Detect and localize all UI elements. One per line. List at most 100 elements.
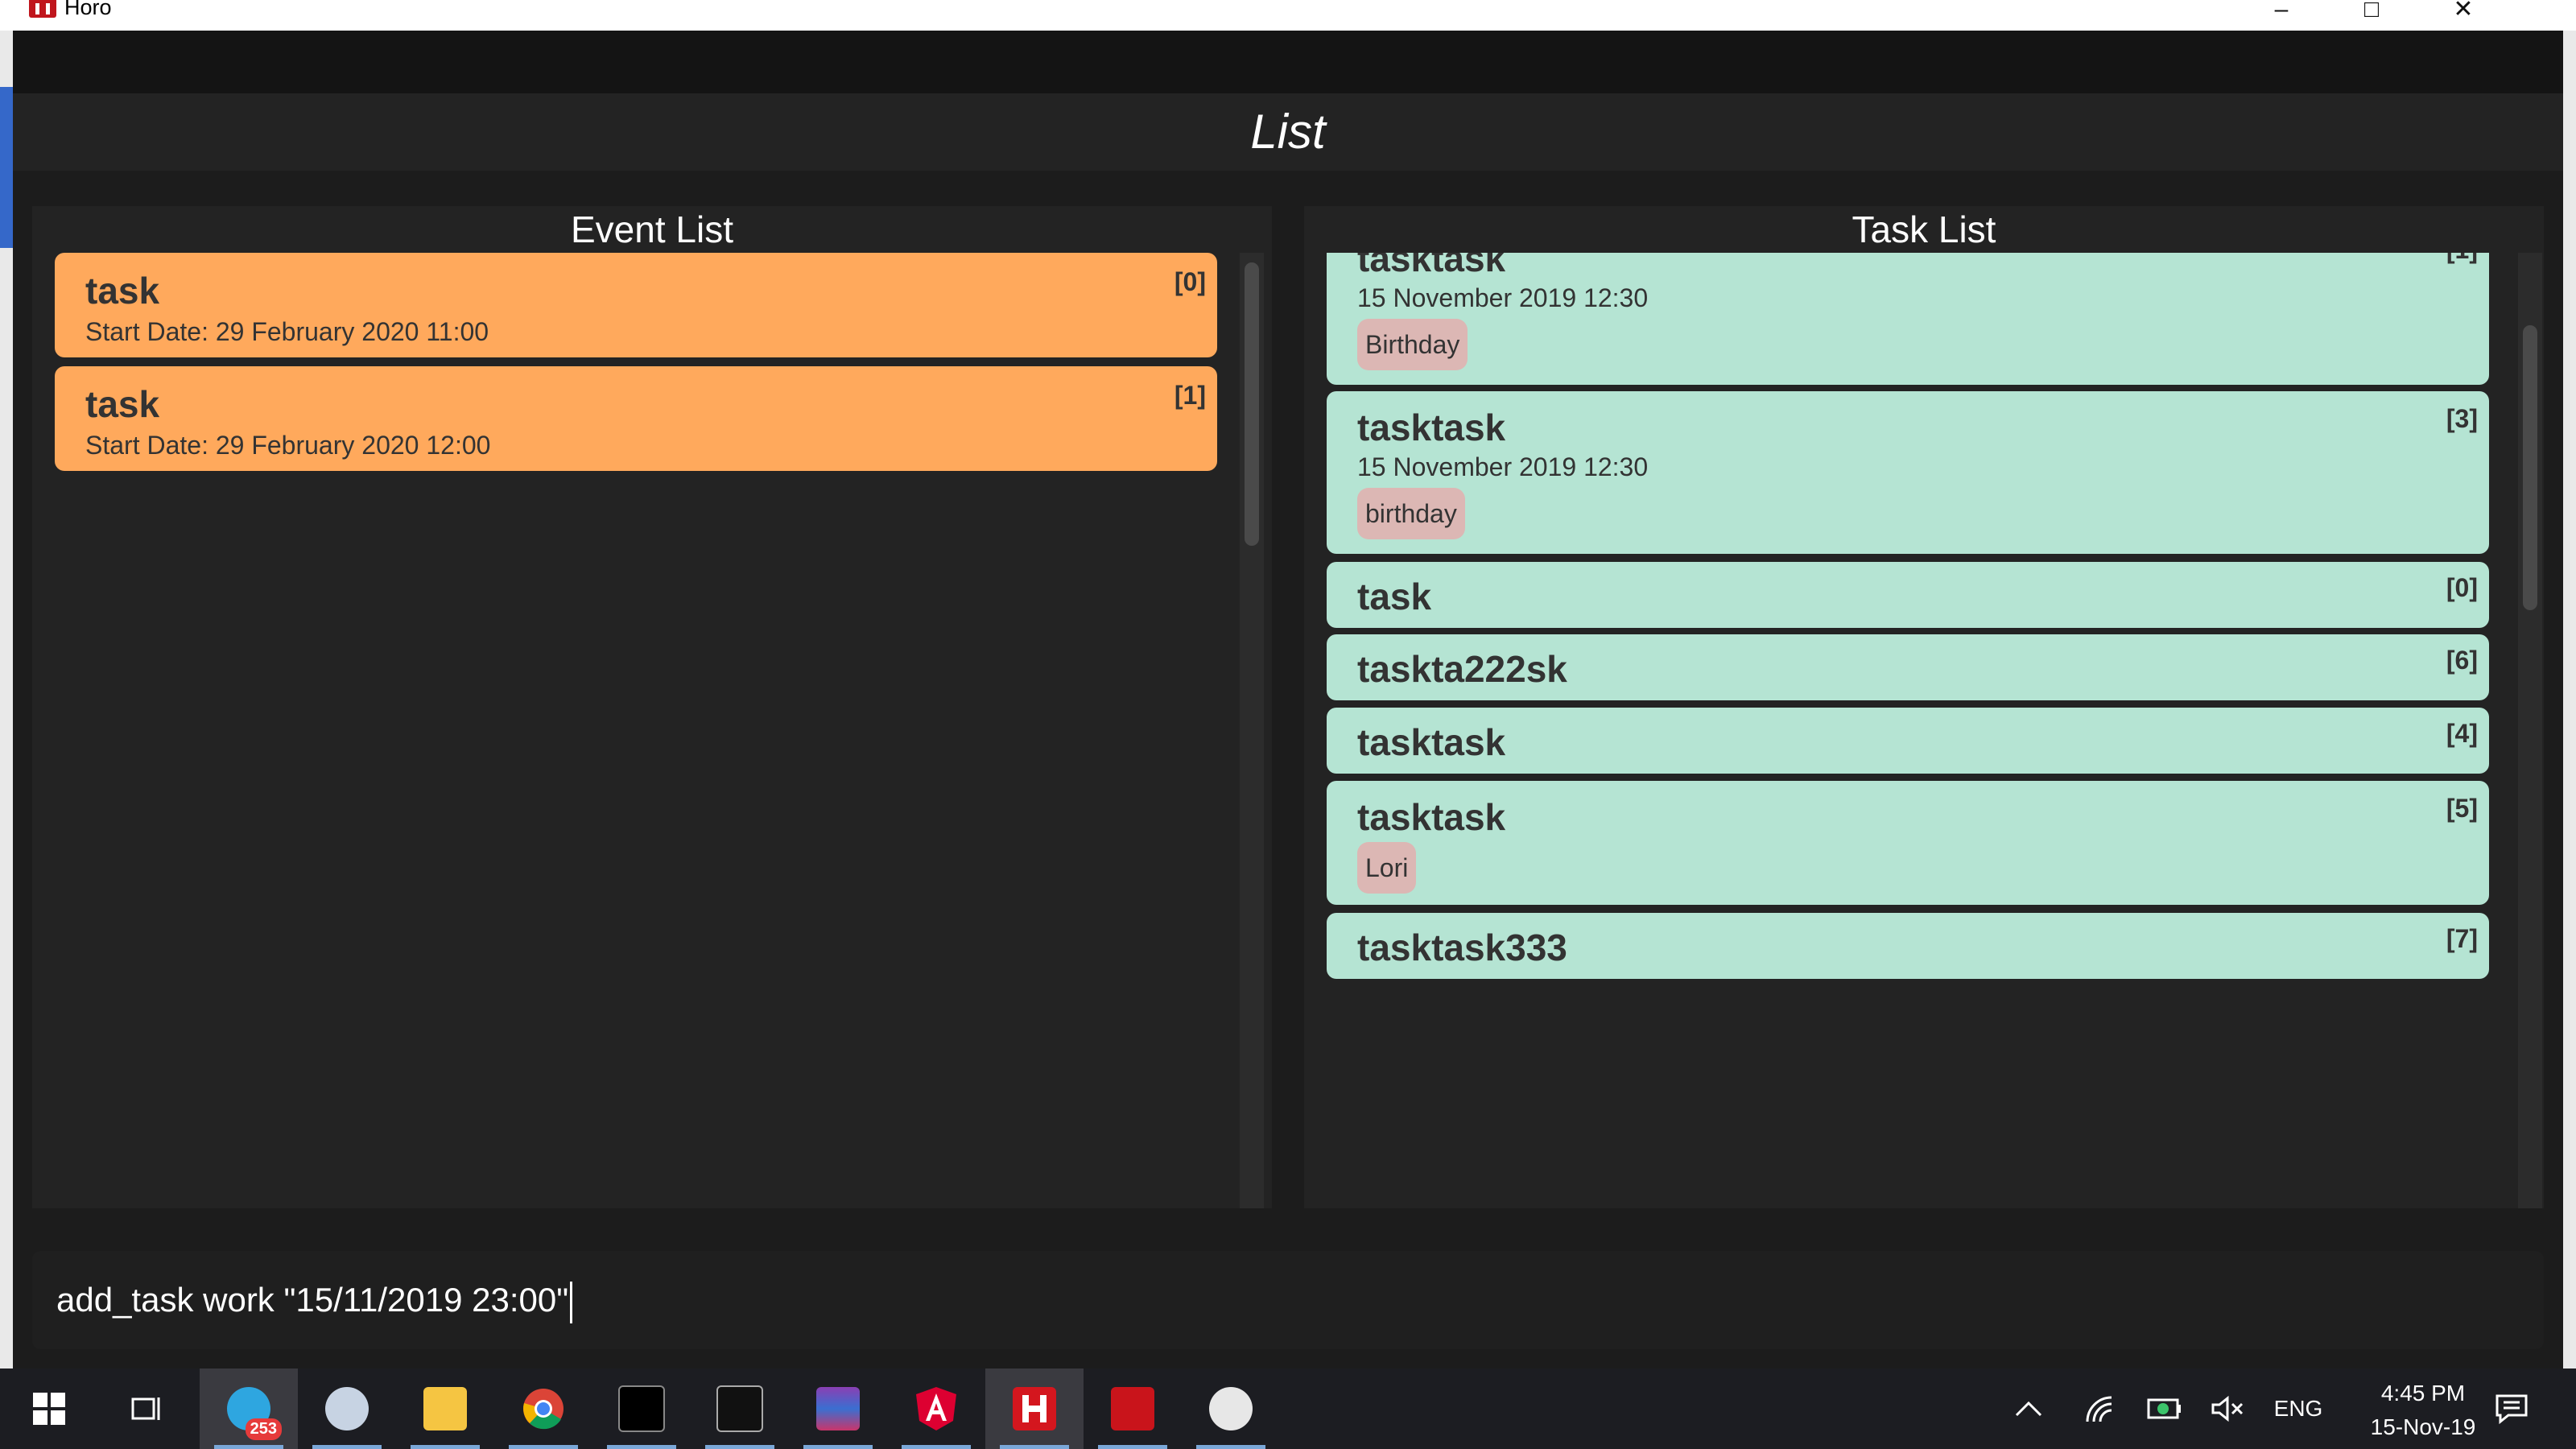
task-view-icon <box>131 1397 160 1420</box>
unread-badge: 253 <box>245 1418 282 1440</box>
task-index: [3] <box>2446 404 2478 433</box>
horo-logo-icon <box>29 0 56 18</box>
app-window: List Event List task [0] Start Date: 29 … <box>13 31 2563 1368</box>
task-view-button[interactable] <box>98 1368 196 1449</box>
command-prompt-icon <box>716 1385 763 1432</box>
event-title: task <box>85 270 160 312</box>
background-window-edge <box>0 31 13 1368</box>
task-index: [1] <box>2446 253 2478 265</box>
task-list[interactable]: tasktask [1] 15 November 2019 12:30 Birt… <box>1327 253 2489 1208</box>
event-list-panel: Event List task [0] Start Date: 29 Febru… <box>32 206 1272 1208</box>
show-hidden-icons-button[interactable] <box>2013 1368 2045 1449</box>
winrar-icon <box>816 1387 860 1430</box>
task-card[interactable]: task [0] <box>1327 562 2489 628</box>
task-date: 15 November 2019 12:30 <box>1357 283 1649 312</box>
clock[interactable]: 4:45 PM 15-Nov-19 <box>2359 1368 2487 1449</box>
action-center-button[interactable] <box>2487 1368 2536 1449</box>
task-index: [4] <box>2446 719 2478 748</box>
event-list-scrollbar[interactable] <box>1240 253 1264 1208</box>
task-list-scroll-thumb[interactable] <box>2523 325 2537 610</box>
task-tag: Birthday <box>1357 319 1468 370</box>
windows-icon <box>33 1393 65 1425</box>
task-index: [7] <box>2446 924 2478 953</box>
event-list-scroll-thumb[interactable] <box>1245 262 1259 546</box>
task-title: tasktask <box>1357 721 1506 763</box>
task-title: tasktask <box>1357 796 1506 838</box>
title-bar: Horo – □ ✕ <box>0 0 2576 31</box>
telegram-icon: 253 <box>227 1387 282 1440</box>
event-index: [0] <box>1174 267 1206 296</box>
angular-icon <box>916 1387 956 1430</box>
command-text: add_task work "15/11/2019 23:00" <box>56 1281 569 1319</box>
event-list-title: Event List <box>571 208 733 250</box>
task-card[interactable]: taskta222sk [6] <box>1327 634 2489 700</box>
acrobat-icon <box>1111 1387 1154 1430</box>
event-index: [1] <box>1174 381 1206 410</box>
notification-icon <box>2496 1394 2528 1425</box>
taskbar-command-prompt[interactable] <box>691 1368 789 1449</box>
clock-time: 4:45 PM <box>2380 1381 2466 1406</box>
taskbar-paint[interactable] <box>1182 1368 1280 1449</box>
network-button[interactable] <box>2080 1368 2120 1449</box>
task-date: 15 November 2019 12:30 <box>1357 452 1649 481</box>
page-title: List <box>13 93 2563 171</box>
taskbar-snipping-tool[interactable] <box>298 1368 396 1449</box>
taskbar-horo[interactable] <box>985 1368 1084 1449</box>
task-card[interactable]: tasktask [5] Lori <box>1327 781 2489 905</box>
battery-button[interactable] <box>2145 1368 2185 1449</box>
text-caret <box>570 1281 573 1323</box>
taskbar-terminal[interactable] <box>592 1368 691 1449</box>
input-language-button[interactable]: ENG <box>2270 1368 2326 1449</box>
taskbar-acrobat[interactable] <box>1084 1368 1182 1449</box>
chrome-icon <box>523 1389 564 1430</box>
event-title: task <box>85 383 160 425</box>
command-input[interactable]: add_task work "15/11/2019 23:00" <box>32 1251 2544 1349</box>
clock-date: 15-Nov-19 <box>2370 1414 2476 1439</box>
task-tag: birthday <box>1357 488 1465 539</box>
event-card[interactable]: task [0] Start Date: 29 February 2020 11… <box>55 253 1217 357</box>
event-card[interactable]: task [1] Start Date: 29 February 2020 12… <box>55 366 1217 471</box>
menu-bar <box>13 31 2563 93</box>
taskbar-angular[interactable] <box>887 1368 985 1449</box>
battery-charging-icon <box>2147 1398 2181 1419</box>
task-card[interactable]: tasktask [3] 15 November 2019 12:30 birt… <box>1327 391 2489 554</box>
task-card[interactable]: tasktask [4] <box>1327 708 2489 774</box>
task-index: [0] <box>2446 573 2478 602</box>
paint-icon <box>1209 1387 1253 1430</box>
horo-app-icon <box>1013 1387 1056 1430</box>
event-list[interactable]: task [0] Start Date: 29 February 2020 11… <box>55 253 1217 1208</box>
taskbar-chrome[interactable] <box>494 1368 592 1449</box>
task-title: task <box>1357 576 1432 617</box>
task-card[interactable]: tasktask333 [7] <box>1327 913 2489 979</box>
task-list-title: Task List <box>1852 208 1996 250</box>
maximize-button[interactable]: □ <box>2347 0 2396 26</box>
snipping-tool-icon <box>325 1387 369 1430</box>
background-window-edge-right <box>2563 31 2576 1368</box>
task-list-scrollbar[interactable] <box>2518 253 2542 1208</box>
task-list-panel: Task List tasktask [1] 15 November 2019 … <box>1304 206 2544 1208</box>
chevron-up-icon <box>2015 1401 2042 1417</box>
task-index: [5] <box>2446 794 2478 823</box>
event-start-date: Start Date: 29 February 2020 11:00 <box>85 317 489 346</box>
background-window-accent <box>0 87 13 248</box>
task-title: taskta222sk <box>1357 648 1567 690</box>
terminal-icon <box>618 1385 665 1432</box>
folder-icon <box>423 1387 467 1430</box>
task-title: tasktask <box>1357 253 1506 279</box>
event-start-date: Start Date: 29 February 2020 12:00 <box>85 431 491 460</box>
volume-muted-icon <box>2211 1395 2244 1422</box>
task-title: tasktask333 <box>1357 927 1567 968</box>
task-index: [6] <box>2446 646 2478 675</box>
volume-button[interactable] <box>2207 1368 2248 1449</box>
task-card[interactable]: tasktask [1] 15 November 2019 12:30 Birt… <box>1327 253 2489 385</box>
start-button[interactable] <box>0 1368 98 1449</box>
taskbar-telegram[interactable]: 253 <box>200 1368 298 1449</box>
close-button[interactable]: ✕ <box>2439 0 2487 26</box>
window-title: Horo <box>64 0 112 19</box>
taskbar: 253 ENG 4:45 PM 15-Nov-19 <box>0 1368 2576 1449</box>
taskbar-winrar[interactable] <box>789 1368 887 1449</box>
task-tag: Lori <box>1357 842 1417 894</box>
taskbar-file-explorer[interactable] <box>396 1368 494 1449</box>
task-title: tasktask <box>1357 407 1506 448</box>
minimize-button[interactable]: – <box>2257 0 2306 26</box>
